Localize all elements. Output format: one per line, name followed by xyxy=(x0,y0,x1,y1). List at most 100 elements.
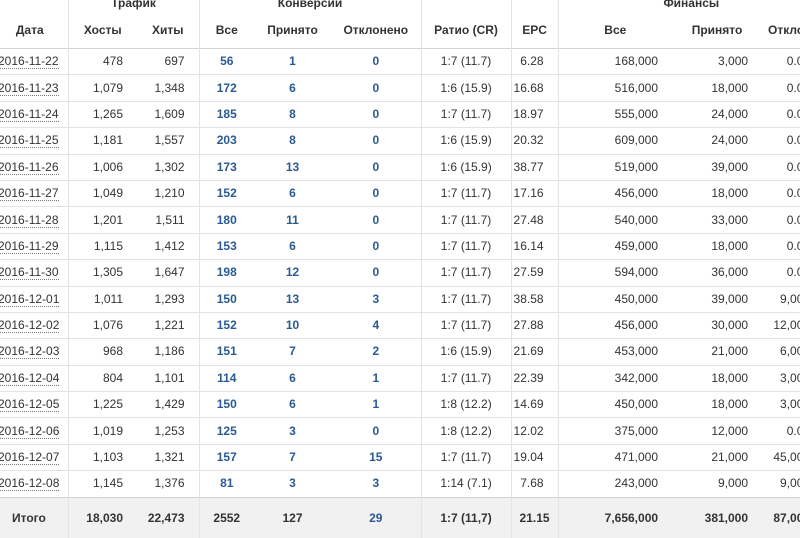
conv-all-cell: 185 xyxy=(198,100,255,128)
accepted-cell: 7 xyxy=(254,443,332,471)
hits-cell: 1,376 xyxy=(137,470,200,498)
fin-rejected-cell: 0.00 xyxy=(762,153,800,181)
col-rejected[interactable]: Отклонено xyxy=(331,13,421,49)
table-row: 2016-12-07 1,103 1,321 157 7 15 1:7 (11.7) 19.0… xyxy=(0,443,800,471)
fin-rejected-cell: 0.00 xyxy=(762,417,800,445)
accepted-cell: 6 xyxy=(254,74,332,102)
epc-cell: 22.39 xyxy=(510,364,559,392)
col-conv-all[interactable]: Все xyxy=(198,13,255,49)
conv-all-cell: 150 xyxy=(198,391,255,418)
accepted-cell: 13 xyxy=(254,285,332,313)
fin-all-cell: 453,000 xyxy=(557,338,673,366)
rejected-cell: 0 xyxy=(331,47,422,75)
col-fin-rejected[interactable]: Отклонено xyxy=(762,13,800,49)
col-ratio[interactable]: Ратио (CR) xyxy=(420,13,512,49)
epc-cell: 6.28 xyxy=(510,47,559,75)
epc-cell: 20.32 xyxy=(510,127,559,155)
fin-all-cell: 459,000 xyxy=(557,232,673,260)
hits-cell: 1,557 xyxy=(137,127,200,155)
fin-accepted-cell: 21,000 xyxy=(672,338,763,366)
totals-fin-accepted: 381,000 xyxy=(672,496,763,538)
fin-rejected-cell: 9,000 xyxy=(762,285,800,313)
date-link[interactable]: 2016-11-30 xyxy=(0,265,59,281)
totals-fin-all: 7,656,000 xyxy=(557,496,673,538)
date-link[interactable]: 2016-11-22 xyxy=(0,54,59,70)
col-fin-accepted[interactable]: Принято xyxy=(672,13,762,49)
date-link[interactable]: 2016-11-27 xyxy=(0,186,59,202)
date-link[interactable]: 2016-12-02 xyxy=(0,318,60,334)
fin-accepted-cell: 9,000 xyxy=(672,470,763,498)
col-hits[interactable]: Хиты xyxy=(137,13,199,49)
ratio-cell: 1:7 (11.7) xyxy=(420,179,512,207)
rejected-cell: 2 xyxy=(331,338,422,366)
date-link[interactable]: 2016-11-26 xyxy=(0,160,59,175)
ratio-cell: 1:7 (11.7) xyxy=(420,311,512,339)
fin-all-cell: 450,000 xyxy=(557,391,673,418)
date-link[interactable]: 2016-11-25 xyxy=(0,133,59,149)
date-link[interactable]: 2016-11-29 xyxy=(0,239,59,254)
date-link[interactable]: 2016-12-01 xyxy=(0,292,60,307)
fin-rejected-cell: 45,000 xyxy=(762,443,800,471)
col-epc[interactable]: EPC xyxy=(510,13,559,49)
totals-all: 2552 xyxy=(198,496,255,538)
hits-cell: 1,221 xyxy=(137,311,200,339)
hits-cell: 1,210 xyxy=(137,179,200,207)
date-cell: 2016-12-07 xyxy=(0,443,68,471)
hits-cell: 1,186 xyxy=(137,338,200,366)
fin-all-cell: 471,000 xyxy=(557,443,673,471)
table-row: 2016-11-22 478 697 56 1 0 1:7 (11.7) 6.28 168,00… xyxy=(0,47,800,75)
date-cell: 2016-11-28 xyxy=(0,206,68,234)
rejected-cell: 1 xyxy=(331,391,422,418)
fin-all-cell: 456,000 xyxy=(557,311,673,339)
hosts-cell: 804 xyxy=(67,364,137,392)
epc-cell: 19.04 xyxy=(510,443,559,471)
fin-accepted-cell: 33,000 xyxy=(672,206,763,234)
table-row: 2016-11-29 1,115 1,412 153 6 0 1:7 (11.7) 16.14… xyxy=(0,232,800,260)
date-link[interactable]: 2016-12-07 xyxy=(0,450,60,466)
fin-all-cell: 375,000 xyxy=(557,417,673,445)
date-link[interactable]: 2016-11-24 xyxy=(0,107,59,122)
fin-accepted-cell: 30,000 xyxy=(672,311,763,339)
hosts-cell: 1,103 xyxy=(67,443,137,471)
col-accepted[interactable]: Принято xyxy=(254,13,331,49)
fin-accepted-cell: 18,000 xyxy=(672,74,763,102)
date-cell: 2016-12-02 xyxy=(0,311,68,339)
conv-all-cell: 203 xyxy=(198,127,255,155)
date-cell: 2016-12-06 xyxy=(0,417,68,445)
col-fin-all[interactable]: Все xyxy=(557,13,673,49)
hosts-cell: 1,145 xyxy=(67,470,137,498)
fin-rejected-cell: 0.00 xyxy=(762,100,800,128)
date-link[interactable]: 2016-12-04 xyxy=(0,371,60,386)
epc-cell: 16.14 xyxy=(510,232,559,260)
fin-rejected-cell: 0.00 xyxy=(762,47,800,75)
date-cell: 2016-11-26 xyxy=(0,153,68,181)
hosts-cell: 1,006 xyxy=(67,153,137,181)
date-cell: 2016-11-30 xyxy=(0,259,68,287)
fin-accepted-cell: 24,000 xyxy=(672,127,763,155)
date-link[interactable]: 2016-11-23 xyxy=(0,81,59,96)
fin-all-cell: 243,000 xyxy=(557,470,673,498)
header-group-traffic: Трафик xyxy=(67,0,200,13)
totals-fin-rejected: 87,000 xyxy=(762,496,800,538)
conv-all-cell: 152 xyxy=(198,311,255,339)
col-hosts[interactable]: Хосты xyxy=(67,13,137,49)
date-link[interactable]: 2016-12-06 xyxy=(0,424,60,439)
fin-accepted-cell: 39,000 xyxy=(672,153,763,181)
table-row: 2016-11-28 1,201 1,511 180 11 0 1:7 (11.7) 27.4… xyxy=(0,206,800,234)
date-cell: 2016-11-24 xyxy=(0,100,68,128)
fin-rejected-cell: 3,000 xyxy=(762,364,800,392)
rejected-cell: 1 xyxy=(331,364,422,392)
fin-all-cell: 342,000 xyxy=(557,364,673,392)
epc-cell: 27.59 xyxy=(510,259,559,287)
rejected-cell: 0 xyxy=(331,259,422,287)
date-link[interactable]: 2016-12-05 xyxy=(0,397,60,413)
col-date[interactable]: Дата xyxy=(0,13,68,49)
date-link[interactable]: 2016-11-28 xyxy=(0,213,59,228)
date-link[interactable]: 2016-12-08 xyxy=(0,476,60,492)
hosts-cell: 1,305 xyxy=(67,259,137,287)
ratio-cell: 1:7 (11.7) xyxy=(420,206,512,234)
hits-cell: 1,647 xyxy=(137,259,200,287)
accepted-cell: 10 xyxy=(254,311,332,339)
date-link[interactable]: 2016-12-03 xyxy=(0,344,60,360)
conv-all-cell: 56 xyxy=(198,47,255,75)
